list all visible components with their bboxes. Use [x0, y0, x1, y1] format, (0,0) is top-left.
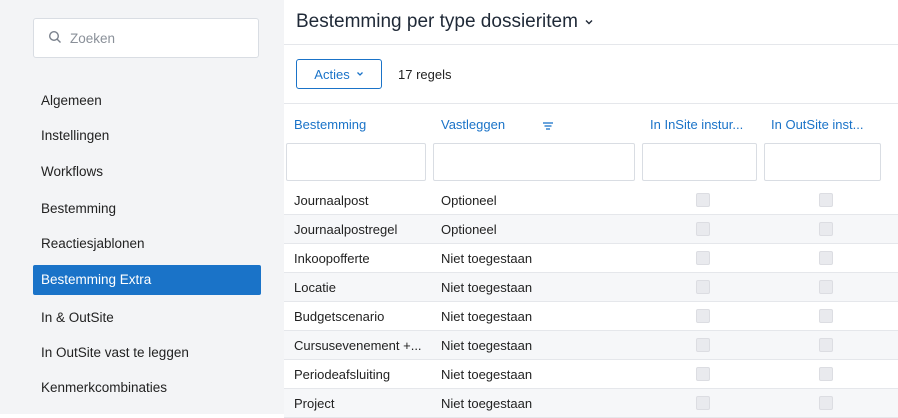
cell-vastleggen: Niet toegestaan [441, 280, 533, 295]
acties-button[interactable]: Acties [296, 59, 382, 89]
page-title-dropdown[interactable]: Bestemming per type dossieritem [296, 11, 594, 33]
header-divider [284, 44, 898, 45]
outsite-checkbox[interactable] [819, 338, 833, 352]
cell-bestemming: Journaalpostregel [294, 222, 398, 237]
table-row[interactable]: Journaalpost Optioneel [284, 186, 898, 215]
chevron-down-icon [356, 72, 363, 76]
column-header-insite[interactable]: In InSite instur... [650, 117, 760, 132]
cell-vastleggen: Niet toegestaan [441, 309, 533, 324]
column-header-bestemming[interactable]: Bestemming [294, 117, 414, 132]
cell-bestemming: Locatie [294, 280, 336, 295]
column-header-vastleggen[interactable]: Vastleggen [441, 117, 541, 132]
outsite-checkbox[interactable] [819, 309, 833, 323]
column-header-outsite[interactable]: In OutSite inst... [771, 117, 881, 132]
sidebar-item-kenmerkcombinaties[interactable]: Kenmerkcombinaties [33, 373, 261, 403]
cell-vastleggen: Niet toegestaan [441, 367, 533, 382]
sidebar-item-algemeen[interactable]: Algemeen [33, 86, 261, 116]
insite-checkbox[interactable] [696, 367, 710, 381]
insite-checkbox[interactable] [696, 396, 710, 410]
sidebar-item-reactiesjablonen[interactable]: Reactiesjablonen [33, 229, 261, 259]
cell-bestemming: Project [294, 396, 335, 411]
table-row[interactable]: Periodeafsluiting Niet toegestaan [284, 360, 898, 389]
table-row[interactable]: Budgetscenario Niet toegestaan [284, 302, 898, 331]
table-row[interactable]: Journaalpostregel Optioneel [284, 215, 898, 244]
cell-vastleggen: Niet toegestaan [441, 396, 533, 411]
table-row[interactable]: Locatie Niet toegestaan [284, 273, 898, 302]
sidebar-item-bestemming-extra[interactable]: Bestemming Extra [33, 265, 261, 295]
cell-bestemming: Cursusevenement +... [294, 338, 422, 353]
row-count: 17 regels [398, 67, 452, 82]
search-input[interactable]: Zoeken [33, 18, 259, 58]
search-placeholder: Zoeken [70, 31, 116, 46]
filter-input-insite[interactable] [642, 143, 757, 181]
cell-bestemming: Inkoopofferte [294, 251, 370, 266]
insite-checkbox[interactable] [696, 309, 710, 323]
chevron-down-icon [585, 20, 593, 25]
sidebar-item-workflows[interactable]: Workflows [33, 157, 261, 187]
outsite-checkbox[interactable] [819, 396, 833, 410]
table-row[interactable]: Inkoopofferte Niet toegestaan [284, 244, 898, 273]
cell-vastleggen: Niet toegestaan [441, 251, 533, 266]
insite-checkbox[interactable] [696, 280, 710, 294]
insite-checkbox[interactable] [696, 251, 710, 265]
cell-bestemming: Periodeafsluiting [294, 367, 391, 382]
acties-label: Acties [314, 66, 350, 82]
page-title: Bestemming per type dossieritem [296, 11, 578, 32]
sidebar-item-in-outsite-vast[interactable]: In OutSite vast te leggen [33, 338, 261, 368]
outsite-checkbox[interactable] [819, 280, 833, 294]
table-header: Bestemming Vastleggen In InSite instur..… [284, 103, 898, 144]
filter-input-outsite[interactable] [764, 143, 881, 181]
sidebar-item-instellingen[interactable]: Instellingen [33, 121, 261, 151]
search-icon [48, 30, 61, 43]
sidebar-item-in-outsite[interactable]: In & OutSite [33, 303, 261, 333]
insite-checkbox[interactable] [696, 222, 710, 236]
cell-bestemming: Journaalpost [294, 193, 369, 208]
sidebar-item-bestemming[interactable]: Bestemming [33, 194, 261, 224]
outsite-checkbox[interactable] [819, 367, 833, 381]
outsite-checkbox[interactable] [819, 193, 833, 207]
sidebar: Zoeken Algemeen Instellingen Workflows B… [0, 0, 284, 414]
cell-vastleggen: Optioneel [441, 193, 497, 208]
outsite-checkbox[interactable] [819, 222, 833, 236]
filter-input-bestemming[interactable] [286, 143, 426, 181]
table-row[interactable]: Cursusevenement +... Niet toegestaan [284, 331, 898, 360]
insite-checkbox[interactable] [696, 193, 710, 207]
filter-input-vastleggen[interactable] [433, 143, 635, 181]
main-content: Bestemming per type dossieritem Acties 1… [284, 0, 898, 418]
cell-vastleggen: Optioneel [441, 222, 497, 237]
outsite-checkbox[interactable] [819, 251, 833, 265]
insite-checkbox[interactable] [696, 338, 710, 352]
cell-vastleggen: Niet toegestaan [441, 338, 533, 353]
cell-bestemming: Budgetscenario [294, 309, 385, 324]
sort-icon[interactable] [542, 121, 554, 131]
